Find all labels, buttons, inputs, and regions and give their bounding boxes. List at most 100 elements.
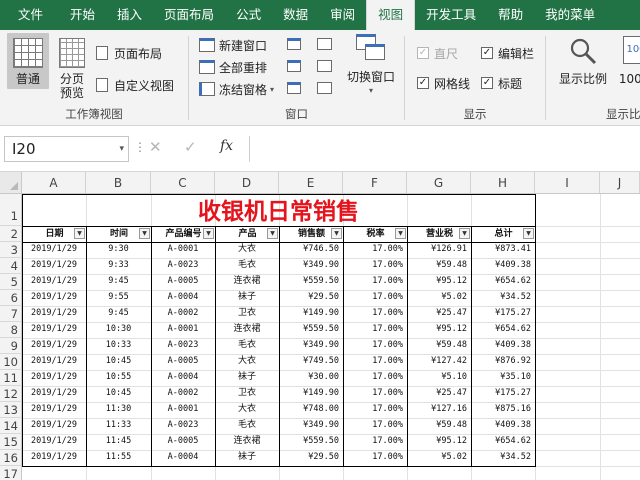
row-header[interactable]: 14 bbox=[0, 418, 22, 434]
new-window-button[interactable]: 新建窗口 bbox=[199, 36, 267, 54]
table-cell[interactable]: ¥149.90 bbox=[279, 386, 343, 401]
row-header[interactable]: 11 bbox=[0, 370, 22, 386]
table-cell[interactable]: 2019/1/29 bbox=[22, 418, 86, 433]
table-cell[interactable]: 17.00% bbox=[343, 290, 407, 305]
table-cell[interactable]: ¥749.50 bbox=[279, 354, 343, 369]
table-cell[interactable]: 17.00% bbox=[343, 338, 407, 353]
table-cell[interactable]: ¥95.12 bbox=[407, 322, 471, 337]
table-cell[interactable]: A-0004 bbox=[151, 370, 215, 385]
table-header-cell[interactable]: 税率 ▼ bbox=[343, 226, 408, 243]
zoom-button[interactable]: 显示比例 bbox=[556, 36, 610, 90]
enter-icon[interactable]: ✓ bbox=[184, 138, 197, 156]
table-cell[interactable]: ¥559.50 bbox=[279, 274, 343, 289]
name-box-dropdown-icon[interactable]: ▾ bbox=[119, 137, 124, 161]
row-header[interactable]: 3 bbox=[0, 242, 22, 258]
table-cell[interactable]: ¥127.16 bbox=[407, 402, 471, 417]
normal-view-button[interactable]: 普通 bbox=[7, 33, 49, 89]
filter-dropdown-icon[interactable]: ▼ bbox=[459, 228, 470, 239]
table-cell[interactable]: 毛衣 bbox=[215, 338, 279, 353]
table-cell[interactable]: 2019/1/29 bbox=[22, 338, 86, 353]
table-cell[interactable]: ¥409.38 bbox=[471, 418, 535, 433]
table-cell[interactable]: A-0005 bbox=[151, 354, 215, 369]
row-header[interactable]: 9 bbox=[0, 338, 22, 354]
ruler-checkbox[interactable]: ✓ 直尺 bbox=[417, 44, 458, 62]
table-cell[interactable]: A-0001 bbox=[151, 402, 215, 417]
table-cell[interactable]: A-0001 bbox=[151, 242, 215, 257]
view-side-by-side-icon[interactable] bbox=[317, 38, 332, 50]
table-cell[interactable]: 17.00% bbox=[343, 386, 407, 401]
table-cell[interactable]: ¥349.90 bbox=[279, 418, 343, 433]
tab-formulas[interactable]: 公式 bbox=[225, 0, 272, 30]
table-cell[interactable]: 毛衣 bbox=[215, 258, 279, 273]
column-header[interactable]: I bbox=[535, 172, 600, 194]
filter-dropdown-icon[interactable]: ▼ bbox=[203, 228, 214, 239]
table-cell[interactable]: 袜子 bbox=[215, 370, 279, 385]
column-header[interactable]: E bbox=[279, 172, 343, 194]
filter-dropdown-icon[interactable]: ▼ bbox=[523, 228, 534, 239]
table-cell[interactable]: 2019/1/29 bbox=[22, 290, 86, 305]
row-header[interactable]: 15 bbox=[0, 434, 22, 450]
table-cell[interactable]: 10:33 bbox=[86, 338, 151, 353]
table-cell[interactable]: 11:33 bbox=[86, 418, 151, 433]
tab-help[interactable]: 帮助 bbox=[487, 0, 534, 30]
table-cell[interactable]: A-0005 bbox=[151, 434, 215, 449]
column-header[interactable]: A bbox=[22, 172, 86, 194]
table-cell[interactable]: 2019/1/29 bbox=[22, 386, 86, 401]
table-cell[interactable]: 2019/1/29 bbox=[22, 434, 86, 449]
headings-checkbox[interactable]: ✓ 标题 bbox=[481, 74, 522, 92]
table-cell[interactable]: ¥559.50 bbox=[279, 322, 343, 337]
table-cell[interactable]: ¥149.90 bbox=[279, 306, 343, 321]
row-header[interactable]: 13 bbox=[0, 402, 22, 418]
custom-views-button[interactable]: 自定义视图 bbox=[96, 76, 174, 94]
table-cell[interactable]: ¥349.90 bbox=[279, 338, 343, 353]
table-cell[interactable]: ¥34.52 bbox=[471, 290, 535, 305]
table-cell[interactable]: 2019/1/29 bbox=[22, 354, 86, 369]
table-cell[interactable]: ¥95.12 bbox=[407, 274, 471, 289]
insert-function-icon[interactable]: fx bbox=[220, 138, 233, 154]
table-cell[interactable]: 9:45 bbox=[86, 306, 151, 321]
table-header-cell[interactable]: 产品编号 ▼ bbox=[151, 226, 216, 243]
table-cell[interactable]: 17.00% bbox=[343, 354, 407, 369]
tab-page-layout[interactable]: 页面布局 bbox=[153, 0, 225, 30]
arrange-all-button[interactable]: 全部重排 bbox=[199, 58, 267, 76]
select-all-button[interactable] bbox=[0, 172, 22, 194]
gridlines-checkbox[interactable]: ✓ 网格线 bbox=[417, 74, 470, 92]
table-cell[interactable]: ¥873.41 bbox=[471, 242, 535, 257]
filter-dropdown-icon[interactable]: ▼ bbox=[139, 228, 150, 239]
table-cell[interactable]: 卫衣 bbox=[215, 306, 279, 321]
table-cell[interactable]: A-0005 bbox=[151, 274, 215, 289]
table-cell[interactable]: 17.00% bbox=[343, 370, 407, 385]
table-cell[interactable]: ¥5.10 bbox=[407, 370, 471, 385]
row-header[interactable]: 2 bbox=[0, 226, 22, 242]
tab-home[interactable]: 开始 bbox=[59, 0, 106, 30]
column-header[interactable]: D bbox=[215, 172, 279, 194]
table-cell[interactable]: A-0023 bbox=[151, 338, 215, 353]
tab-data[interactable]: 数据 bbox=[272, 0, 319, 30]
table-cell[interactable]: 11:30 bbox=[86, 402, 151, 417]
table-cell[interactable]: ¥59.48 bbox=[407, 338, 471, 353]
table-cell[interactable]: 卫衣 bbox=[215, 386, 279, 401]
table-cell[interactable]: ¥35.10 bbox=[471, 370, 535, 385]
table-cell[interactable]: 17.00% bbox=[343, 274, 407, 289]
table-cell[interactable]: ¥29.50 bbox=[279, 450, 343, 465]
filter-dropdown-icon[interactable]: ▼ bbox=[74, 228, 85, 239]
table-cell[interactable]: A-0004 bbox=[151, 450, 215, 465]
table-header-cell[interactable]: 时间 ▼ bbox=[86, 226, 152, 243]
table-cell[interactable]: ¥875.16 bbox=[471, 402, 535, 417]
table-cell[interactable]: 9:55 bbox=[86, 290, 151, 305]
table-cell[interactable]: 10:55 bbox=[86, 370, 151, 385]
page-break-preview-button[interactable]: 分页 预览 bbox=[54, 33, 90, 103]
table-cell[interactable]: 大衣 bbox=[215, 354, 279, 369]
table-cell[interactable]: ¥34.52 bbox=[471, 450, 535, 465]
name-box[interactable]: I20 ▾ bbox=[4, 136, 129, 162]
table-cell[interactable]: 9:45 bbox=[86, 274, 151, 289]
hide-icon[interactable] bbox=[287, 60, 301, 72]
table-cell[interactable]: ¥126.91 bbox=[407, 242, 471, 257]
table-cell[interactable]: ¥59.48 bbox=[407, 258, 471, 273]
table-cell[interactable]: 2019/1/29 bbox=[22, 370, 86, 385]
column-header[interactable]: H bbox=[471, 172, 535, 194]
table-cell[interactable]: ¥175.27 bbox=[471, 386, 535, 401]
table-cell[interactable]: 2019/1/29 bbox=[22, 274, 86, 289]
table-cell[interactable]: A-0002 bbox=[151, 386, 215, 401]
page-layout-view-button[interactable]: 页面布局 bbox=[96, 44, 162, 62]
